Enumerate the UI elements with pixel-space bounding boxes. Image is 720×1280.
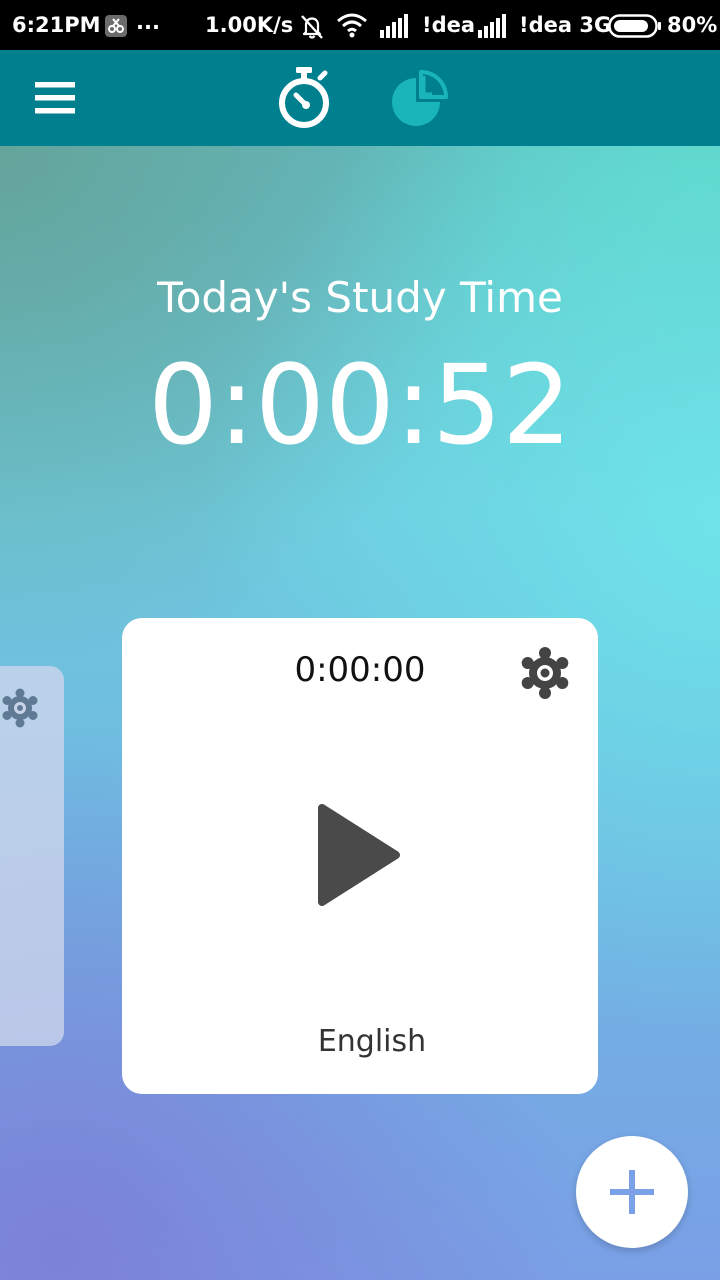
status-carrier-1: !dea (422, 13, 476, 37)
timer-card[interactable]: 0:00:00 English (122, 618, 598, 1094)
stopwatch-icon[interactable] (268, 62, 340, 134)
play-icon[interactable] (314, 800, 406, 910)
bell-muted-icon (298, 12, 326, 45)
signal-icon-2 (478, 14, 508, 43)
gear-icon[interactable] (0, 688, 40, 728)
status-battery: 80% (667, 13, 718, 37)
gear-icon[interactable] (518, 646, 572, 700)
subject-label: English (317, 1024, 427, 1059)
add-timer-button[interactable] (576, 1136, 688, 1248)
total-study-time: 0:00:52 (147, 341, 573, 469)
screen: 6:21PM ... 1.00K/s !dea !dea 3G 80% Toda… (0, 0, 720, 1280)
hamburger-menu-icon[interactable] (20, 68, 90, 128)
status-speed: 1.00K/s (205, 13, 294, 37)
status-bar: 6:21PM ... 1.00K/s !dea !dea 3G 80% (0, 0, 720, 50)
page-title: Today's Study Time (157, 273, 563, 322)
status-more: ... (136, 10, 160, 34)
pie-chart-icon[interactable] (384, 64, 454, 134)
status-time: 6:21PM (12, 13, 101, 37)
app-bar (0, 50, 720, 146)
battery-icon (608, 14, 662, 43)
previous-timer-card[interactable] (0, 666, 64, 1046)
wifi-icon (336, 11, 368, 44)
plus-icon (606, 1166, 658, 1218)
signal-icon-1 (380, 14, 410, 43)
screenshot-notification-icon (104, 14, 128, 43)
status-carrier-2: !dea 3G (519, 13, 612, 37)
